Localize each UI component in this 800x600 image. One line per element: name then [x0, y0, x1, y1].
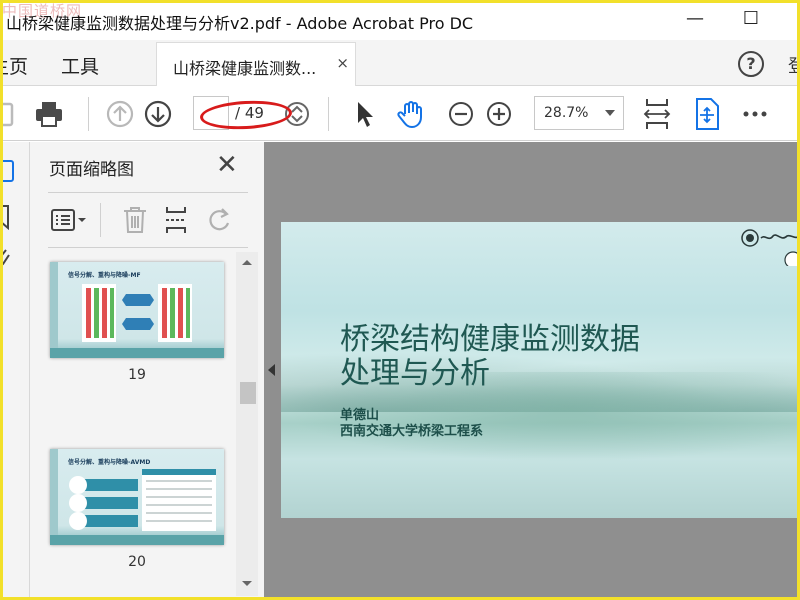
- slide-author-block: 单德山 西南交通大学桥梁工程系: [340, 408, 483, 440]
- thumbnails-title: 页面缩略图: [49, 160, 134, 180]
- help-icon[interactable]: ?: [738, 51, 764, 77]
- zoom-in-icon[interactable]: [484, 99, 514, 129]
- thumbnail-20-number: 20: [128, 554, 146, 570]
- tab-home[interactable]: 主页: [0, 52, 28, 79]
- slide-author: 单德山: [340, 408, 380, 423]
- thumbnail-tools: [48, 192, 248, 248]
- fit-page-icon[interactable]: [642, 97, 672, 131]
- zoom-select[interactable]: 28.7%: [534, 96, 624, 130]
- page-thumbnail-19[interactable]: 信号分解、重构与降噪-MF: [50, 262, 224, 358]
- tab-tools[interactable]: 工具: [61, 52, 99, 79]
- thumbnail-20-heading: 信号分解、重构与降噪-AVMD: [68, 459, 151, 466]
- bookmark-icon[interactable]: [0, 204, 12, 230]
- tool-separator: [100, 203, 101, 237]
- thumbnail-19-heading: 信号分解、重构与降噪-MF: [68, 272, 141, 279]
- replace-page-icon[interactable]: [162, 205, 190, 235]
- collapse-pane-icon[interactable]: [268, 364, 275, 376]
- full-screen-icon[interactable]: [692, 97, 722, 131]
- scrollbar-thumb[interactable]: [240, 382, 256, 404]
- sign-in-link[interactable]: 登: [788, 52, 800, 78]
- title-bar: 中国道桥网 山桥梁健康监测数据处理与分析v2.pdf - Adobe Acrob…: [0, 0, 800, 40]
- select-tool-icon[interactable]: [350, 99, 380, 129]
- window-title: 山桥梁健康监测数据处理与分析v2.pdf - Adobe Acrobat Pro…: [6, 14, 474, 33]
- slide-title-line2: 处理与分析: [340, 356, 490, 391]
- print-icon[interactable]: [34, 99, 64, 129]
- zoom-out-icon[interactable]: [446, 99, 476, 129]
- rotate-page-icon[interactable]: [204, 205, 234, 235]
- navigation-rail: [0, 142, 30, 600]
- delete-page-icon[interactable]: [121, 205, 149, 235]
- previous-page-icon[interactable]: [105, 99, 135, 129]
- next-page-icon[interactable]: [143, 99, 173, 129]
- close-tab-icon[interactable]: ×: [336, 54, 349, 72]
- thumbnails-scrollbar[interactable]: [236, 252, 258, 596]
- zoom-value: 28.7%: [544, 105, 589, 121]
- thumbnail-19-number: 19: [128, 367, 146, 383]
- toolbar-separator: [328, 97, 329, 131]
- slide-title: 桥梁结构健康监测数据 处理与分析: [340, 323, 640, 391]
- chevron-down-icon: [605, 110, 615, 116]
- attachment-icon[interactable]: [0, 244, 12, 270]
- scroll-up-icon[interactable]: [241, 258, 253, 266]
- maximize-button[interactable]: ☐: [736, 8, 766, 29]
- minimize-button[interactable]: —: [680, 8, 710, 29]
- document-tab-label: 山桥梁健康监测数...: [173, 59, 317, 78]
- page-thumbnail-20[interactable]: 信号分解、重构与降噪-AVMD: [50, 449, 224, 545]
- more-tools-icon[interactable]: [740, 99, 770, 129]
- options-menu-icon[interactable]: [50, 207, 90, 233]
- university-logo: [741, 229, 800, 266]
- save-icon[interactable]: [0, 99, 16, 129]
- toolbar-separator: [88, 97, 89, 131]
- pdf-page-slide: 桥梁结构健康监测数据 处理与分析 单德山 西南交通大学桥梁工程系: [281, 222, 800, 518]
- slide-title-line1: 桥梁结构健康监测数据: [340, 322, 640, 357]
- scroll-down-icon[interactable]: [241, 580, 253, 588]
- page-thumbnails-icon[interactable]: [0, 158, 16, 184]
- hand-tool-icon[interactable]: [396, 99, 426, 129]
- toolbar: [0, 87, 800, 141]
- tab-bar: 主页 工具 山桥梁健康监测数... × ? 登: [0, 40, 800, 86]
- slide-affiliation: 西南交通大学桥梁工程系: [340, 424, 484, 439]
- close-pane-icon[interactable]: ✕: [216, 150, 238, 180]
- document-tab[interactable]: 山桥梁健康监测数... ×: [156, 42, 356, 86]
